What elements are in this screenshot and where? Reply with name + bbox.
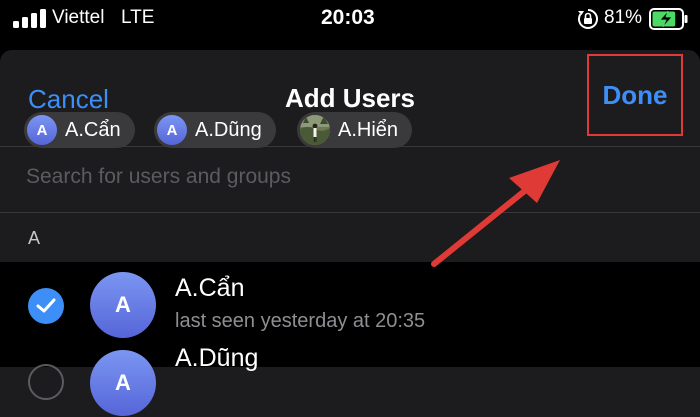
list-item[interactable]: A A.Cẩn last seen yesterday at 20:35 xyxy=(0,262,700,342)
signal-bars-icon xyxy=(13,9,46,28)
avatar-photo xyxy=(300,115,330,145)
user-name: A.Cẩn xyxy=(175,274,245,302)
battery-charging-icon xyxy=(649,8,688,30)
unchecked-circle-icon[interactable] xyxy=(28,364,64,400)
avatar: A xyxy=(157,115,187,145)
user-name: A.Dũng xyxy=(175,344,259,372)
selected-user-chip[interactable]: A A.Cẩn xyxy=(24,112,135,148)
selected-user-chip[interactable]: A.Hiển xyxy=(297,112,413,148)
user-list: A A.Cẩn last seen yesterday at 20:35 A A… xyxy=(0,262,700,416)
avatar: A xyxy=(27,115,57,145)
add-users-sheet: Cancel Add Users Done A A.Cẩn A A.Dũng A… xyxy=(0,50,700,417)
chip-label: A.Hiển xyxy=(338,118,399,141)
divider xyxy=(0,212,700,213)
selected-user-chip[interactable]: A A.Dũng xyxy=(154,112,276,148)
check-glyph xyxy=(36,298,56,313)
list-item[interactable]: A A.Dũng xyxy=(0,344,700,417)
chip-label: A.Dũng xyxy=(195,118,262,141)
chip-label: A.Cẩn xyxy=(65,118,121,141)
avatar: A xyxy=(90,272,156,338)
orientation-lock-icon xyxy=(578,9,598,29)
checkmark-icon[interactable] xyxy=(28,288,64,324)
status-time: 20:03 xyxy=(321,6,375,29)
avatar: A xyxy=(90,350,156,416)
battery-percent: 81% xyxy=(604,7,643,28)
user-status: last seen yesterday at 20:35 xyxy=(175,310,426,332)
done-button-label: Done xyxy=(602,79,668,110)
network-type: LTE xyxy=(121,7,155,28)
avatar-photo-image xyxy=(300,115,330,145)
carrier-name: Viettel xyxy=(52,7,105,28)
search-input[interactable] xyxy=(26,160,646,194)
done-button[interactable]: Done xyxy=(587,54,683,136)
section-header: A xyxy=(28,228,41,248)
status-bar: Viettel LTE 20:03 81% xyxy=(0,0,700,38)
